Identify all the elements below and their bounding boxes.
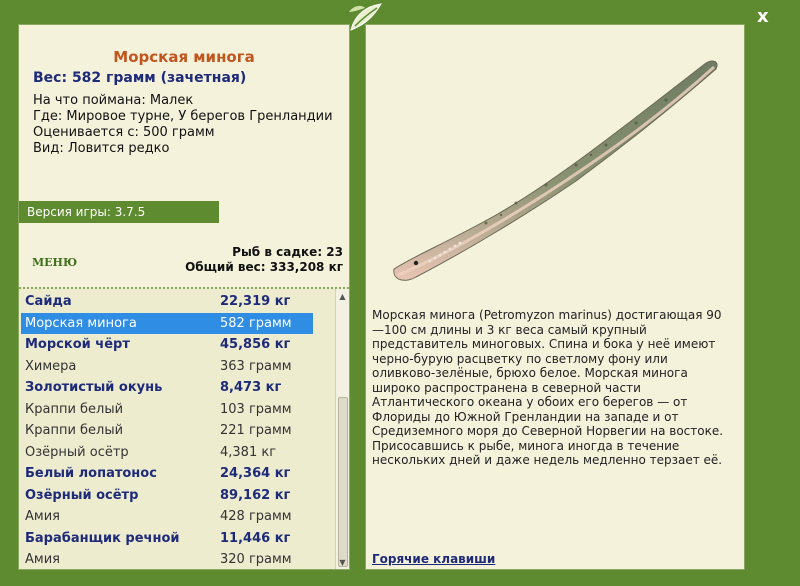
scroll-up-icon[interactable]: ▲ xyxy=(336,291,349,303)
list-item[interactable]: Амия 320 грамм xyxy=(21,549,313,569)
scroll-down-icon[interactable]: ▼ xyxy=(336,557,349,569)
fish-list-weight: 320 грамм xyxy=(220,552,292,567)
fish-weight: Вес: 582 грамм (зачетная) xyxy=(33,70,247,86)
bait-info: На что поймана: Малек xyxy=(33,93,194,108)
lamprey-image xyxy=(386,55,726,289)
fish-count: Рыб в садке: 23 xyxy=(232,245,343,259)
fish-description: Морская минога (Petromyzon marinus) дост… xyxy=(372,308,724,467)
fish-list-weight: 22,319 кг xyxy=(220,294,291,309)
list-item[interactable]: Морская минога 582 грамм xyxy=(21,312,313,334)
fish-list-weight: 4,381 кг xyxy=(220,444,277,460)
fish-list-name: Золотистый окунь xyxy=(25,380,163,395)
list-item[interactable]: Химера 363 грамм xyxy=(21,356,313,377)
fish-list-weight: 45,856 кг xyxy=(220,337,291,352)
fish-list-name: Амия xyxy=(25,509,60,524)
fish-list-name: Химера xyxy=(25,358,77,374)
fish-list-name: Озёрный осётр xyxy=(25,487,139,503)
fish-list-name: Барабанщик речной xyxy=(25,530,180,546)
fish-info-panel: Морская минога Вес: 582 грамм (зачетная)… xyxy=(18,24,350,570)
fish-list-weight: 11,446 кг xyxy=(220,530,291,546)
fish-list-name: Сайда xyxy=(25,294,72,309)
fish-detail-panel: Морская минога (Petromyzon marinus) дост… xyxy=(365,24,745,570)
fish-list-weight: 89,162 кг xyxy=(220,487,291,503)
fish-name: Морская минога xyxy=(113,48,255,66)
menu-button[interactable]: МЕНЮ xyxy=(32,256,77,269)
fish-list-name: Амия xyxy=(25,552,60,567)
list-item[interactable]: Краппи белый 221 грамм xyxy=(21,420,313,441)
fish-list-weight: 428 грамм xyxy=(220,509,292,524)
list-item[interactable]: Амия 428 грамм xyxy=(21,506,313,527)
fish-list[interactable]: Сайда 22,319 кг Морская минога 582 грамм Мор… xyxy=(19,287,349,569)
fish-list-name: Краппи белый xyxy=(25,401,124,417)
list-item[interactable]: Озёрный осётр 4,381 кг xyxy=(21,442,313,463)
fish-list-weight: 8,473 кг xyxy=(220,380,282,395)
scrollbar-thumb[interactable] xyxy=(338,397,348,567)
fish-list-weight: 24,364 кг xyxy=(220,466,291,481)
list-item[interactable]: Золотистый окунь 8,473 кг xyxy=(21,377,313,398)
list-item[interactable]: Белый лопатонос 24,364 кг xyxy=(21,463,313,484)
location-info: Где: Мировое турне, У берегов Гренландии xyxy=(33,109,333,124)
game-version: Версия игры: 3.7.5 xyxy=(19,201,219,223)
total-weight: Общий вес: 333,208 кг xyxy=(185,260,343,274)
close-button[interactable]: x xyxy=(757,6,769,27)
list-item[interactable]: Барабанщик речной 11,446 кг xyxy=(21,528,313,549)
window-frame: x Морская минога Вес: 582 грамм (зачетна… xyxy=(0,0,800,586)
list-item[interactable]: Озёрный осётр 89,162 кг xyxy=(21,485,313,506)
kind-info: Вид: Ловится редко xyxy=(33,141,170,156)
fish-list-weight: 103 грамм xyxy=(220,401,292,417)
hotkeys-link[interactable]: Горячие клавиши xyxy=(372,552,495,566)
fish-list-name: Морской чёрт xyxy=(25,337,130,352)
fish-list-name: Белый лопатонос xyxy=(25,466,157,481)
list-scrollbar[interactable]: ▲ ▼ xyxy=(335,289,349,569)
list-item[interactable]: Краппи белый 103 грамм xyxy=(21,399,313,420)
list-item[interactable]: Морской чёрт 45,856 кг xyxy=(21,334,313,355)
fish-list-name: Морская минога xyxy=(25,315,137,331)
keepnet-stats: Рыб в садке: 23 Общий вес: 333,208 кг xyxy=(185,245,343,275)
fish-list-name: Краппи белый xyxy=(25,423,124,438)
fish-list-weight: 582 грамм xyxy=(220,315,292,331)
list-item[interactable]: Сайда 22,319 кг xyxy=(21,291,313,312)
fish-list-name: Озёрный осётр xyxy=(25,444,129,460)
value-info: Оценивается с: 500 грамм xyxy=(33,125,215,140)
fish-list-weight: 363 грамм xyxy=(220,358,292,374)
fish-list-weight: 221 грамм xyxy=(220,423,292,438)
